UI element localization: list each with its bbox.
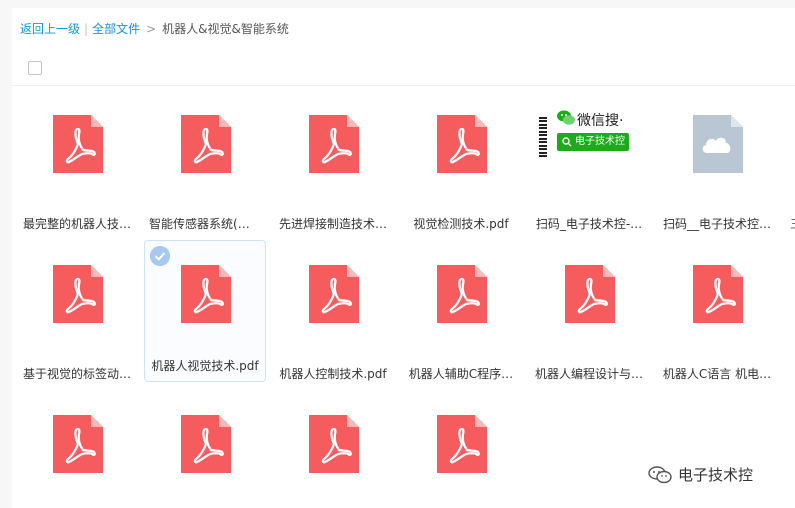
pdf-icon: [181, 115, 231, 173]
pdf-icon: [693, 265, 743, 323]
file-item[interactable]: [16, 400, 138, 500]
select-all-checkbox[interactable]: [28, 61, 42, 75]
file-item-selected[interactable]: 机器人视觉技术.pdf: [144, 240, 266, 382]
breadcrumb-separator: |: [84, 22, 89, 36]
pdf-icon: [437, 115, 487, 173]
file-name: 机器人视觉技术.pdf: [151, 359, 259, 373]
pdf-icon: [53, 115, 103, 173]
file-item[interactable]: 机器人控制技术.pdf: [272, 250, 394, 390]
file-name: 机器人控制技术.pdf: [279, 367, 387, 381]
file-name: 智能传感器系统(第…: [149, 217, 261, 231]
watermark-text: 电子技术控: [678, 466, 754, 484]
file-item[interactable]: 机器人编程设计与…: [528, 250, 650, 390]
pdf-icon: [437, 415, 487, 473]
wechat-icon: [648, 466, 672, 484]
file-item[interactable]: 机器人C语言 机电…: [656, 250, 778, 390]
file-item[interactable]: [400, 400, 522, 500]
pdf-icon: [53, 415, 103, 473]
pdf-icon: [309, 115, 359, 173]
breadcrumb-arrow: >: [146, 22, 157, 36]
cutoff-file-label: 三: [790, 215, 795, 232]
pdf-icon: [181, 415, 231, 473]
file-name: 最完整的机器人技…: [22, 217, 131, 231]
file-name: 基于视觉的标签动…: [22, 367, 131, 381]
file-name: 机器人C语言 机电…: [662, 367, 772, 381]
pdf-icon: [53, 265, 103, 323]
file-item[interactable]: 微信搜· 电子技术控 扫码_电子技术控-…: [528, 100, 650, 240]
pdf-icon: [309, 415, 359, 473]
pdf-icon: [437, 265, 487, 323]
current-folder: 机器人&视觉&智能系统: [162, 22, 289, 36]
thumbnail-button-text: 电子技术控: [575, 136, 625, 147]
file-name: 先进焊接制造技术…: [278, 217, 387, 231]
file-item[interactable]: 最完整的机器人技…: [16, 100, 138, 240]
wechat-icon: [557, 110, 575, 125]
all-files-link[interactable]: 全部文件: [92, 22, 140, 36]
file-item[interactable]: 视觉检测技术.pdf: [400, 100, 522, 240]
pdf-icon: [309, 265, 359, 323]
pdf-icon: [181, 265, 231, 323]
header-divider: [12, 85, 795, 86]
file-item[interactable]: 智能传感器系统(第…: [144, 100, 266, 240]
file-item[interactable]: [144, 400, 266, 500]
file-browser-window: 返回上一级 | 全部文件 > 机器人&视觉&智能系统 最完整的机器人技… 智能传感器系统…: [0, 0, 795, 508]
checkmark-icon[interactable]: [150, 246, 170, 266]
file-name: 扫码__电子技术控…: [662, 217, 771, 231]
thumbnail-search-text: 微信搜·: [577, 113, 624, 129]
search-icon: [562, 137, 572, 147]
qr-code-strip: [539, 117, 547, 157]
file-name: 机器人编程设计与…: [534, 367, 643, 381]
file-item[interactable]: 先进焊接制造技术…: [272, 100, 394, 240]
thumbnail-search-bar: 电子技术控: [557, 133, 629, 151]
image-thumbnail: 微信搜· 电子技术控: [551, 107, 629, 157]
back-link[interactable]: 返回上一级: [20, 22, 80, 36]
file-name: 扫码_电子技术控-…: [535, 217, 643, 231]
file-item[interactable]: 机器人辅助C程序…: [400, 250, 522, 390]
file-item[interactable]: [272, 400, 394, 500]
file-name: 机器人辅助C程序…: [408, 367, 514, 381]
breadcrumb: 返回上一级 | 全部文件 > 机器人&视觉&智能系统: [20, 20, 289, 38]
cloud-file-icon: [693, 115, 743, 173]
file-item[interactable]: 扫码__电子技术控…: [656, 100, 778, 240]
pdf-icon: [565, 265, 615, 323]
file-name: 视觉检测技术.pdf: [413, 217, 509, 231]
file-item[interactable]: 基于视觉的标签动…: [16, 250, 138, 390]
